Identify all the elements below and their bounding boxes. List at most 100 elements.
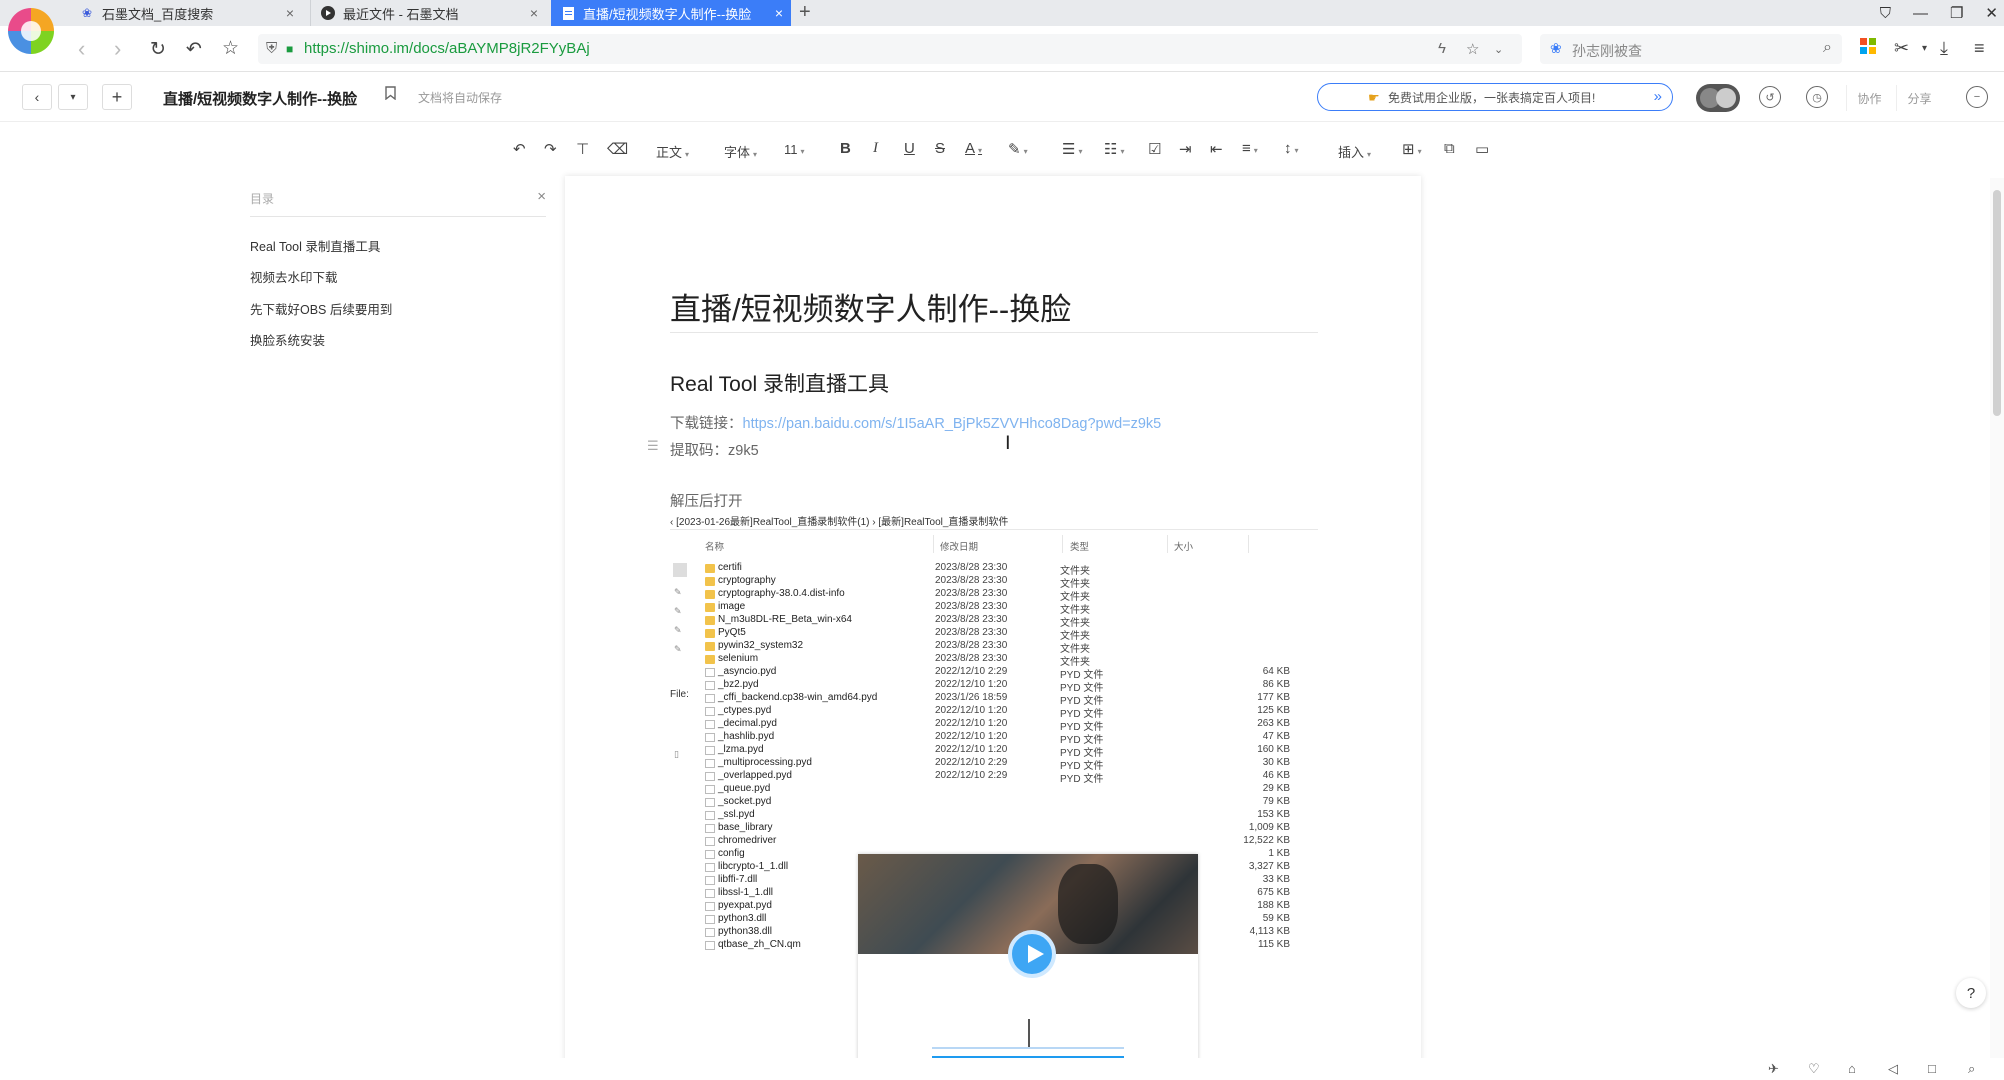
outline-item[interactable]: 视频去水印下载 (250, 267, 338, 286)
browser-logo[interactable] (8, 8, 54, 54)
avatar[interactable] (1696, 84, 1740, 112)
file-icon (705, 837, 715, 846)
tab-recent-files[interactable]: 最近文件 - 石墨文档 × (310, 0, 546, 26)
download-link[interactable]: https://pan.baidu.com/s/1I5aAR_BjPk5ZVVH… (743, 416, 1162, 432)
align-dropdown[interactable]: ≡ ▾ (1242, 140, 1258, 157)
tab-baidu-search[interactable]: ❀ 石墨文档_百度搜索 × (70, 0, 302, 26)
forward-icon[interactable]: › (114, 36, 121, 62)
insert-dropdown[interactable]: 插入 ▾ (1338, 142, 1371, 161)
star-icon[interactable]: ☆ (222, 37, 239, 60)
file-date: 2023/8/28 23:30 (935, 601, 1008, 612)
enterprise-promo-button[interactable]: ☛ 免费试用企业版，一张表搞定百人项目! » (1317, 83, 1673, 111)
download-label: 下载链接： (670, 416, 743, 432)
new-doc-button[interactable]: + (102, 84, 132, 110)
file-size: 263 KB (1257, 718, 1290, 729)
line-height-dropdown[interactable]: ↕ ▾ (1284, 140, 1299, 157)
sound-icon[interactable]: ◁ (1888, 1061, 1898, 1077)
close-icon[interactable]: × (286, 5, 294, 21)
ordered-list-button[interactable]: ☰ ▾ (1062, 140, 1082, 158)
more-icon[interactable]: − (1966, 86, 1988, 108)
apps-grid-icon[interactable] (1860, 38, 1876, 59)
file-icon (705, 720, 715, 729)
close-window-button[interactable]: ✕ (1985, 4, 1998, 22)
rocket-icon[interactable]: ✈ (1768, 1061, 1779, 1077)
file-icon (705, 850, 715, 859)
extract-code-line: 提取码：z9k5 (670, 443, 759, 459)
image-button[interactable]: ⧉ (1444, 140, 1455, 157)
divider (1167, 535, 1168, 553)
close-icon[interactable]: × (537, 188, 546, 205)
pin-icon: ▯ (674, 749, 679, 759)
close-icon[interactable]: × (530, 5, 538, 21)
back-icon[interactable]: ‹ (78, 36, 85, 62)
collaborate-button[interactable]: 协作 (1846, 85, 1892, 111)
play-icon[interactable] (1008, 930, 1056, 978)
help-icon[interactable]: ? (1956, 978, 1986, 1008)
column-header-size: 大小 (1174, 542, 1194, 553)
scissors-icon[interactable]: ✂ (1894, 38, 1909, 59)
hand-icon: ☛ (1368, 90, 1380, 105)
menu-icon[interactable]: ≡ (1974, 38, 1985, 59)
close-icon[interactable]: × (775, 5, 783, 21)
outline-item[interactable]: 先下载好OBS 后续要用到 (250, 299, 392, 318)
italic-button[interactable]: I (873, 140, 878, 157)
shirt-icon[interactable]: ⛉ (1880, 5, 1891, 22)
font-label: 字体 (724, 145, 751, 160)
font-dropdown[interactable]: 字体 ▾ (724, 142, 757, 161)
share-button[interactable]: 分享 (1896, 85, 1942, 111)
plus-icon[interactable]: + (799, 1, 811, 24)
lightning-icon[interactable]: ϟ (1438, 40, 1446, 57)
text-cursor-icon: Ⅰ (1005, 433, 1011, 454)
style-dropdown[interactable]: 正文 ▾ (656, 142, 689, 161)
download-icon[interactable]: ⤓ (1940, 38, 1948, 59)
font-size-dropdown[interactable]: 11 ▾ (784, 142, 805, 157)
bookmark-icon[interactable] (385, 86, 396, 105)
indent-decrease-button[interactable]: ⇤ (1210, 140, 1223, 158)
strikethrough-button[interactable]: S (935, 140, 945, 157)
clock-icon[interactable]: ◷ (1806, 86, 1828, 108)
chevron-down-icon[interactable]: ▾ (1922, 43, 1927, 54)
history-icon[interactable]: ↺ (1759, 86, 1781, 108)
file-name: libssl-1_1.dll (718, 887, 774, 898)
outline-item[interactable]: 换脸系统安装 (250, 330, 325, 349)
outline-item[interactable]: Real Tool 录制直播工具 (250, 236, 380, 255)
chevron-down-icon[interactable]: ⌄ (1494, 43, 1503, 56)
file-name: config (718, 848, 745, 859)
video-popup[interactable] (858, 854, 1198, 1080)
window-icon[interactable]: □ (1928, 1061, 1936, 1076)
heart-icon[interactable]: ♡ (1808, 1061, 1820, 1077)
underline-button[interactable]: U (904, 140, 915, 157)
trash-icon[interactable]: ⌂ (1848, 1061, 1856, 1076)
tab-current-doc[interactable]: 直播/短视频数字人制作--换脸 × (551, 0, 791, 26)
outline-title: 目录 (250, 192, 275, 206)
restore-button[interactable]: ❐ (1950, 4, 1963, 22)
undo-icon[interactable]: ↶ (186, 38, 202, 61)
checklist-button[interactable]: ☑ (1148, 140, 1161, 158)
file-icon (705, 889, 715, 898)
indent-increase-button[interactable]: ⇥ (1179, 140, 1192, 158)
file-name: _asyncio.pyd (718, 666, 777, 677)
bullet-list-button[interactable]: ☷ ▾ (1104, 140, 1124, 158)
nav-dropdown-button[interactable]: ▾ (58, 84, 88, 110)
scrollbar-thumb[interactable] (1993, 190, 2001, 416)
undo-icon[interactable]: ↶ (513, 140, 526, 158)
folder-icon (705, 577, 715, 586)
search-icon[interactable]: ⌕ (1968, 1061, 1975, 1077)
search-icon[interactable]: ⌕ (1823, 39, 1832, 57)
star-icon[interactable]: ☆ (1466, 40, 1479, 58)
bold-button[interactable]: B (840, 140, 851, 157)
refresh-icon[interactable]: ↻ (150, 38, 166, 61)
comment-button[interactable]: ▭ (1475, 140, 1489, 158)
highlight-button[interactable]: ✎ ▾ (1008, 140, 1028, 158)
table-button[interactable]: ⊞ ▾ (1402, 140, 1422, 158)
back-button[interactable]: ‹ (22, 84, 52, 110)
text-color-button[interactable]: A ▾ (965, 140, 982, 157)
redo-icon[interactable]: ↷ (544, 140, 557, 158)
url-bar[interactable]: ⛨ ■ https://shimo.im/docs/aBAYMP8jR2FYyB… (258, 34, 1522, 64)
format-painter-icon[interactable]: ⊤ (576, 140, 589, 158)
browser-search-box[interactable]: ❀ 孙志刚被查 ⌕ (1540, 34, 1842, 64)
drag-handle-icon[interactable]: ☰ (647, 438, 659, 454)
file-name: certifi (718, 562, 742, 573)
eraser-icon[interactable]: ⌫ (607, 140, 628, 158)
minimize-button[interactable]: — (1913, 5, 1928, 22)
